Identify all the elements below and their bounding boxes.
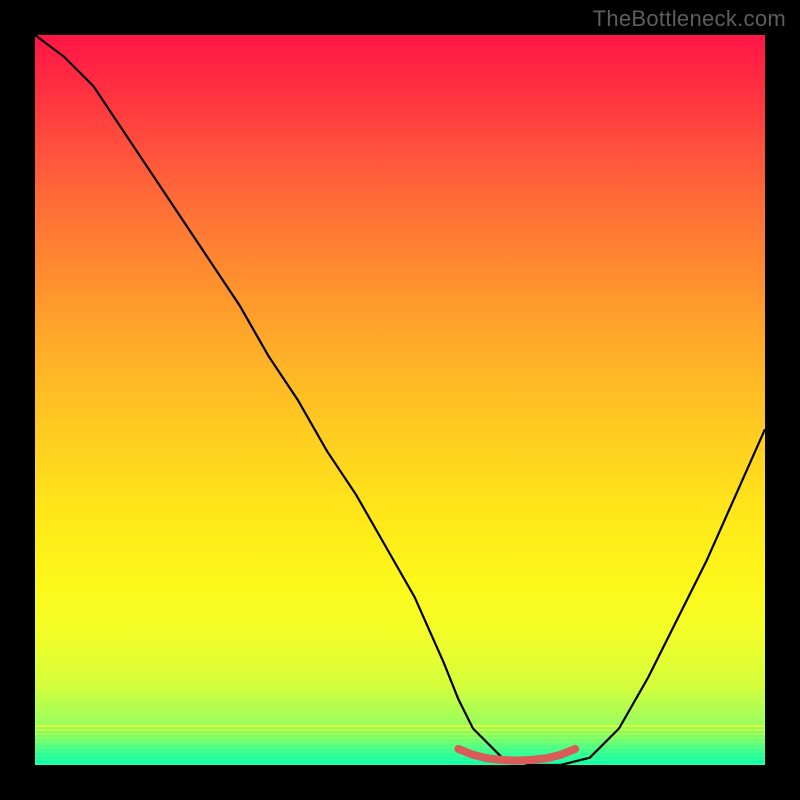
chart-container: TheBottleneck.com [0,0,800,800]
bottleneck-curve [35,35,765,765]
optimal-zone-marker [458,749,575,761]
watermark-text: TheBottleneck.com [593,6,786,32]
plot-area [35,35,765,765]
curve-svg [35,35,765,765]
